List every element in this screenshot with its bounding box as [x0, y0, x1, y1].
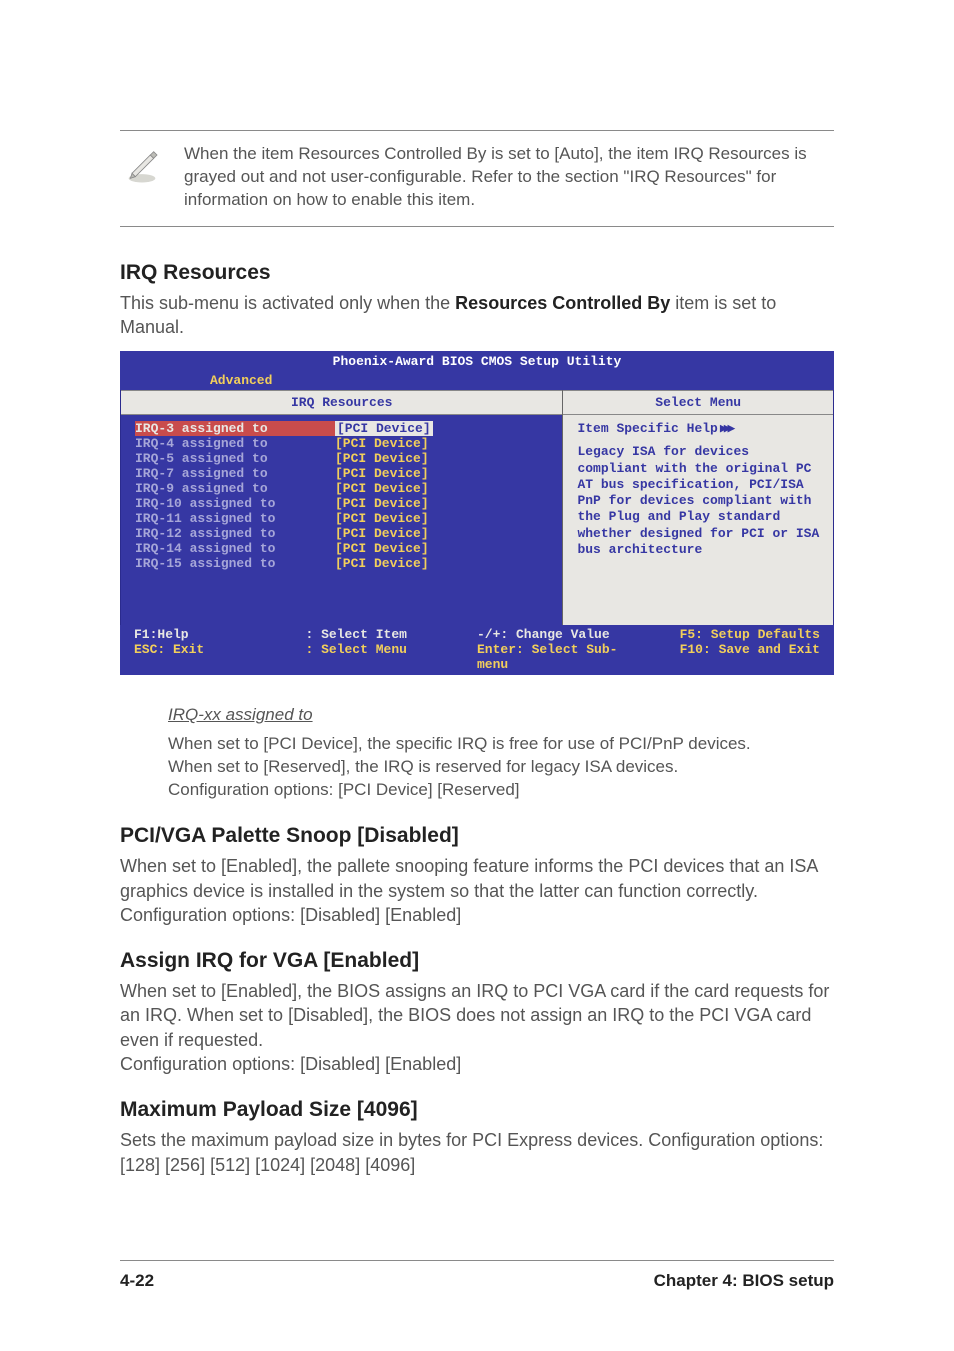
irq-value[interactable]: [PCI Device]: [335, 466, 429, 481]
irq-label: IRQ-5 assigned to: [135, 451, 335, 466]
irq-label: IRQ-3 assigned to: [135, 421, 335, 436]
page-footer: 4-22 Chapter 4: BIOS setup: [120, 1260, 834, 1291]
bios-key-exit: ESC: Exit: [134, 642, 306, 657]
pencil-note-icon: [120, 143, 164, 187]
bios-title: Phoenix-Award BIOS CMOS Setup Utility: [120, 351, 834, 372]
irq-value[interactable]: [PCI Device]: [335, 496, 429, 511]
irq-row[interactable]: IRQ-11 assigned to[PCI Device]: [135, 511, 552, 526]
bios-footer-col-2: : Select Item : Select Menu: [306, 627, 478, 672]
irq-value[interactable]: [PCI Device]: [335, 481, 429, 496]
irq-row[interactable]: IRQ-12 assigned to[PCI Device]: [135, 526, 552, 541]
section-intro: This sub-menu is activated only when the…: [120, 291, 834, 340]
irq-label: IRQ-12 assigned to: [135, 526, 335, 541]
irq-row[interactable]: IRQ-4 assigned to[PCI Device]: [135, 436, 552, 451]
bios-key-save-exit: F10: Save and Exit: [680, 642, 820, 657]
irq-row[interactable]: IRQ-3 assigned to[PCI Device]: [135, 421, 552, 436]
bios-key-change-value: -/+: Change Value: [477, 627, 610, 642]
bios-help-title: Item Specific Help: [577, 421, 717, 436]
irq-row[interactable]: IRQ-15 assigned to[PCI Device]: [135, 556, 552, 571]
bios-key-defaults: F5: Setup Defaults: [680, 627, 820, 642]
section-heading-pci-vga: PCI/VGA Palette Snoop [Disabled]: [120, 824, 834, 848]
bios-tab-row: Advanced: [120, 372, 834, 390]
bios-help-body: Legacy ISA for devices compliant with th…: [577, 444, 821, 558]
note-block: When the item Resources Controlled By is…: [120, 130, 834, 227]
irq-value[interactable]: [PCI Device]: [335, 556, 429, 571]
bios-irq-list: IRQ-3 assigned to[PCI Device]IRQ-4 assig…: [121, 415, 562, 625]
bios-left-header: IRQ Resources: [121, 390, 562, 415]
bios-key-select-item: : Select Item: [306, 627, 407, 642]
bios-footer: F1:Help ESC: Exit : Select Item : Select…: [120, 625, 834, 675]
irq-label: IRQ-7 assigned to: [135, 466, 335, 481]
irq-label: IRQ-14 assigned to: [135, 541, 335, 556]
section-body-max-payload: Sets the maximum payload size in bytes f…: [120, 1128, 834, 1177]
irq-row[interactable]: IRQ-9 assigned to[PCI Device]: [135, 481, 552, 496]
irq-label: IRQ-15 assigned to: [135, 556, 335, 571]
subitem-body-irq-xx: When set to [PCI Device], the specific I…: [168, 733, 768, 802]
bios-footer-col-4: F5: Setup Defaults F10: Save and Exit: [649, 627, 821, 672]
irq-row[interactable]: IRQ-7 assigned to[PCI Device]: [135, 466, 552, 481]
bios-help-panel: Item Specific Help ▶▶▶ Legacy ISA for de…: [563, 415, 833, 625]
bios-key-select-menu: : Select Menu: [306, 642, 478, 657]
irq-value[interactable]: [PCI Device]: [335, 451, 429, 466]
irq-value[interactable]: [PCI Device]: [335, 436, 429, 451]
bios-screenshot: Phoenix-Award BIOS CMOS Setup Utility Ad…: [120, 351, 834, 675]
section-heading-irq-resources: IRQ Resources: [120, 261, 834, 285]
arrow-right-icon: ▶▶▶: [720, 421, 731, 436]
chapter-label: Chapter 4: BIOS setup: [654, 1271, 834, 1291]
bios-right-header: Select Menu: [563, 390, 833, 415]
intro-part-a: This sub-menu is activated only when the: [120, 293, 455, 313]
bios-key-help: F1:Help: [134, 627, 189, 642]
bios-footer-col-1: F1:Help ESC: Exit: [134, 627, 306, 672]
section-heading-assign-irq: Assign IRQ for VGA [Enabled]: [120, 949, 834, 973]
section-body-assign-irq: When set to [Enabled], the BIOS assigns …: [120, 979, 834, 1076]
irq-label: IRQ-10 assigned to: [135, 496, 335, 511]
bios-key-submenu: Enter: Select Sub-menu: [477, 642, 649, 672]
bios-footer-col-3: -/+: Change Value Enter: Select Sub-menu: [477, 627, 649, 672]
irq-label: IRQ-9 assigned to: [135, 481, 335, 496]
irq-row[interactable]: IRQ-10 assigned to[PCI Device]: [135, 496, 552, 511]
section-body-pci-vga: When set to [Enabled], the pallete snoop…: [120, 854, 834, 927]
irq-label: IRQ-4 assigned to: [135, 436, 335, 451]
intro-bold: Resources Controlled By: [455, 293, 670, 313]
page-number: 4-22: [120, 1271, 154, 1291]
irq-value[interactable]: [PCI Device]: [335, 526, 429, 541]
subitem-heading-irq-xx: IRQ-xx assigned to: [168, 705, 834, 725]
note-text: When the item Resources Controlled By is…: [184, 143, 834, 212]
irq-row[interactable]: IRQ-5 assigned to[PCI Device]: [135, 451, 552, 466]
irq-label: IRQ-11 assigned to: [135, 511, 335, 526]
irq-row[interactable]: IRQ-14 assigned to[PCI Device]: [135, 541, 552, 556]
bios-tab-advanced[interactable]: Advanced: [200, 372, 282, 389]
irq-value[interactable]: [PCI Device]: [335, 511, 429, 526]
section-heading-max-payload: Maximum Payload Size [4096]: [120, 1098, 834, 1122]
irq-value[interactable]: [PCI Device]: [335, 421, 433, 436]
irq-value[interactable]: [PCI Device]: [335, 541, 429, 556]
